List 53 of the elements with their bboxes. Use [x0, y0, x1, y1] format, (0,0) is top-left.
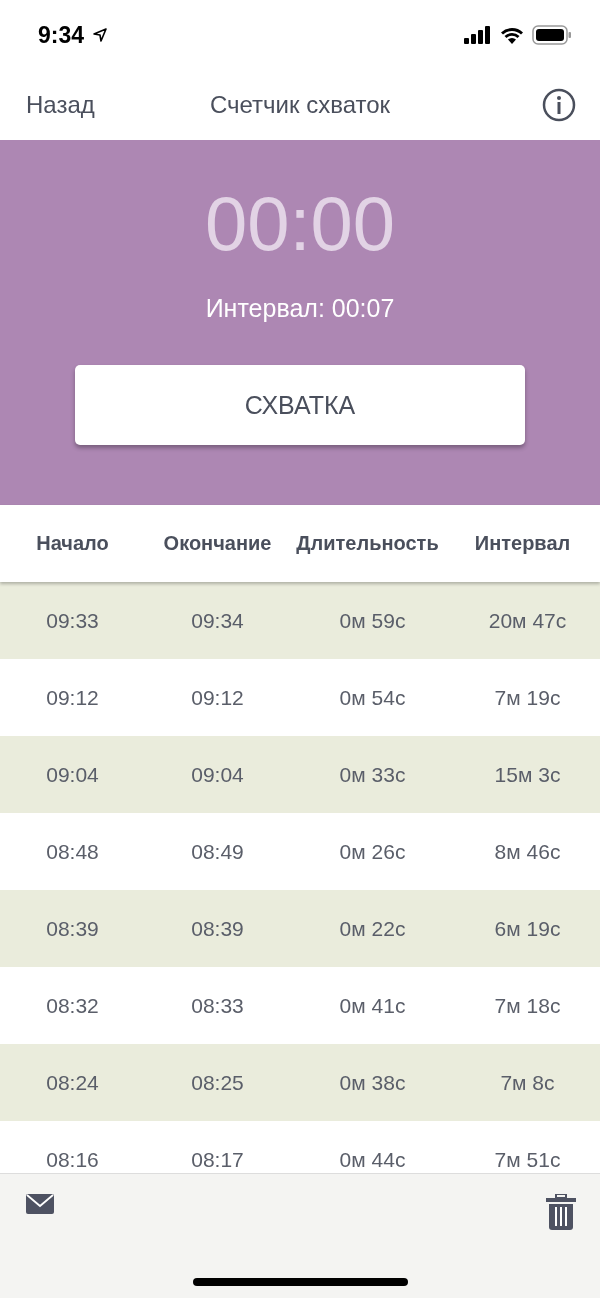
column-header: Интервал: [473, 532, 572, 555]
table-cell-text: 6м 19с: [493, 916, 562, 941]
back-link[interactable]: Назад: [26, 91, 95, 119]
table-cell-text: 08:49: [190, 839, 245, 864]
table-cell-text: 09:12: [190, 685, 245, 710]
contraction-button[interactable]: СХВАТКА: [75, 365, 525, 445]
table-row[interactable]: 08:24 08:25 0м 38с 7м 8с: [0, 1044, 600, 1121]
table-cell-text: 0м 38с: [338, 1070, 407, 1095]
table-cell-text: 08:39: [45, 916, 100, 941]
table-cell-text: 7м 19с: [493, 685, 562, 710]
table-cell-text: 15м 3с: [493, 762, 562, 787]
table-cell-text: 08:48: [45, 839, 100, 864]
table-cell-text: 08:16: [45, 1147, 100, 1172]
column-header: Окончание: [162, 532, 273, 555]
location-arrow-icon: [92, 27, 109, 43]
table-cell-text: 7м 51с: [493, 1147, 562, 1172]
table-cell-text: 09:04: [190, 762, 245, 787]
table-cell-text: 0м 44с: [338, 1147, 407, 1172]
table-cell-text: 09:04: [45, 762, 100, 787]
table-cell-text: 20м 47с: [487, 608, 568, 633]
table-cell-text: 0м 26с: [338, 839, 407, 864]
trash-icon[interactable]: [546, 1194, 576, 1230]
table-cell-text: 08:33: [190, 993, 245, 1018]
table-cell-text: 08:25: [190, 1070, 245, 1095]
table-cell-text: 7м 8с: [499, 1070, 556, 1095]
table-cell-text: 0м 54с: [338, 685, 407, 710]
screen-title: Счетчик схваток: [209, 91, 391, 119]
table-cell-text: 7м 18с: [493, 993, 562, 1018]
table-cell-text: 8м 46с: [493, 839, 562, 864]
table-cell-text: 0м 41с: [338, 993, 407, 1018]
info-icon[interactable]: [542, 88, 576, 122]
table-cell-text: 08:32: [45, 993, 100, 1018]
column-header: Начало: [35, 532, 110, 555]
table-cell-text: 0м 22с: [338, 916, 407, 941]
table-cell-text: 09:12: [45, 685, 100, 710]
mail-icon[interactable]: [26, 1194, 54, 1214]
table-cell-text: 0м 59с: [338, 608, 407, 633]
timer-display: 00:00: [204, 186, 396, 262]
signal-icon: [464, 26, 492, 44]
interval-label: Интервал: 00:07: [205, 294, 395, 323]
table-cell-text: 09:33: [45, 608, 100, 633]
table-row[interactable]: 08:39 08:39 0м 22с 6м 19с: [0, 890, 600, 967]
table-cell-text: 08:24: [45, 1070, 100, 1095]
status-time: 9:34: [38, 21, 85, 49]
table-cell-text: 0м 33с: [338, 762, 407, 787]
table-row[interactable]: 09:04 09:04 0м 33с 15м 3с: [0, 736, 600, 813]
table-cell-text: 09:34: [190, 608, 245, 633]
column-header: Длительность: [295, 532, 440, 555]
table-cell-text: 08:17: [190, 1147, 245, 1172]
table-cell-text: 08:39: [190, 916, 245, 941]
table-row[interactable]: 09:33 09:34 0м 59с 20м 47с: [0, 582, 600, 659]
wifi-icon: [500, 26, 524, 44]
battery-icon: [532, 25, 572, 45]
